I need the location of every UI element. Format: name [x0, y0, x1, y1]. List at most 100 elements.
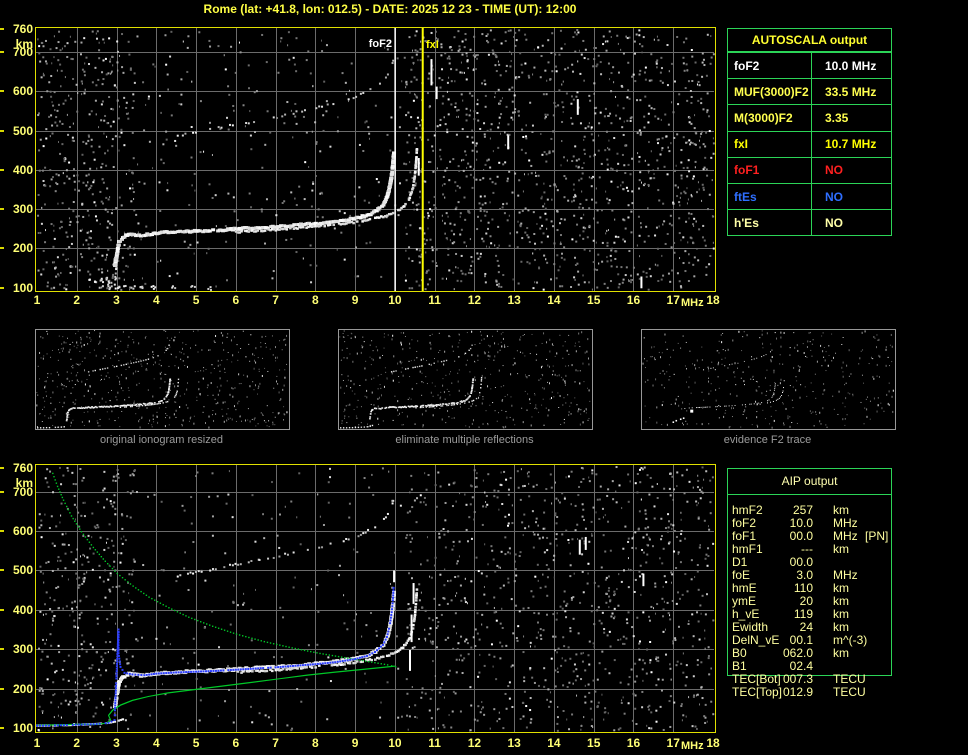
aip-param-value: 10.0: [732, 517, 813, 530]
aip-param-unit: km: [833, 647, 849, 660]
aip-row: B0062.0km: [732, 647, 892, 660]
aip-param-unit: km: [833, 595, 849, 608]
aip-param-note: [PN]: [865, 530, 888, 543]
thumbnail-caption-original: original ionogram resized: [35, 434, 288, 446]
autoscala-row: foF210.0 MHz: [728, 52, 891, 78]
x-axis-tick-label: 13: [503, 737, 525, 749]
aip-row: TEC[Top]012.9TECU: [732, 686, 892, 699]
autoscala-row: ftEsNO: [728, 183, 891, 209]
aip-param-value: 00.0: [732, 556, 813, 569]
aip-row: hmF2257km: [732, 504, 892, 517]
aip-param-value: 00.1: [732, 634, 813, 647]
autoscala-param-label: MUF(3000)F2: [728, 79, 812, 104]
x-axis-tick-label: 10: [384, 737, 406, 749]
aip-param-value: 110: [732, 582, 813, 595]
aip-row: B102.4: [732, 660, 892, 673]
aip-row: hmE110km: [732, 582, 892, 595]
y-axis-tick-label: 700: [1, 46, 33, 58]
x-axis-tick-label: 10: [384, 294, 406, 306]
autoscala-param-label: fxI: [728, 132, 812, 157]
x-axis-tick-label: 12: [463, 737, 485, 749]
x-axis-tick-label: 5: [185, 294, 207, 306]
aip-row: hmF1---km: [732, 543, 892, 556]
aip-row: Ewidth24km: [732, 621, 892, 634]
y-axis-edge-tick: [0, 648, 4, 650]
thumbnail-caption-evidence: evidence F2 trace: [641, 434, 894, 446]
y-axis-tick-label: 200: [1, 242, 33, 254]
y-axis-tick-label: 200: [1, 683, 33, 695]
fxi-marker-label: fxI: [426, 39, 439, 51]
scaled-ionogram-canvas: [35, 27, 716, 293]
aip-param-value: ---: [732, 543, 813, 556]
aip-param-unit: MHz: [833, 530, 858, 543]
x-axis-tick-label: 7: [265, 294, 287, 306]
y-axis-edge-tick: [0, 208, 4, 210]
aip-param-unit: km: [833, 504, 849, 517]
autoscala-param-value: NO: [812, 184, 891, 209]
aip-param-unit: TECU: [833, 686, 866, 699]
y-axis-tick-label: 760: [1, 462, 33, 474]
x-axis-tick-label: 1: [26, 294, 48, 306]
aip-param-value: 24: [732, 621, 813, 634]
y-axis-tick-label: 300: [1, 643, 33, 655]
y-axis-edge-tick: [0, 467, 4, 469]
aip-param-unit: km: [833, 621, 849, 634]
x-axis-tick-label: 16: [622, 737, 644, 749]
aip-param-unit: km: [833, 582, 849, 595]
aip-row: D100.0: [732, 556, 892, 569]
x-axis-tick-label: 2: [66, 294, 88, 306]
y-axis-tick-label: 700: [1, 486, 33, 498]
y-axis-edge-tick: [0, 130, 4, 132]
autoscala-row: fxI10.7 MHz: [728, 131, 891, 157]
y-axis-edge-tick: [0, 569, 4, 571]
y-axis-edge-tick: [0, 530, 4, 532]
aip-param-unit: MHz: [833, 517, 858, 530]
x-axis-tick-label: 3: [106, 294, 128, 306]
aip-param-value: 00.0: [732, 530, 813, 543]
y-axis-edge-tick: [0, 169, 4, 171]
autoscala-param-label: foF1: [728, 158, 812, 183]
x-axis-tick-label: 11: [424, 294, 446, 306]
aip-param-unit: km: [833, 608, 849, 621]
aip-param-value: 012.9: [732, 686, 813, 699]
y-axis-tick-label: 100: [1, 722, 33, 734]
thumbnail-evidence-canvas: [642, 330, 895, 429]
thumbnail-caption-eliminate: eliminate multiple reflections: [338, 434, 591, 446]
x-axis-tick-label: 6: [225, 737, 247, 749]
fof2-marker-label: foF2: [358, 38, 392, 50]
y-axis-edge-tick: [0, 287, 4, 289]
autoscala-param-label: ftEs: [728, 184, 812, 209]
thumbnail-original-ionogram: [35, 329, 290, 430]
thumbnail-original-canvas: [36, 330, 289, 429]
y-axis-edge-tick: [0, 247, 4, 249]
thumbnail-eliminate-canvas: [339, 330, 592, 429]
x-axis-tick-label: 12: [463, 294, 485, 306]
autoscala-param-value: 3.35: [812, 105, 891, 130]
autoscala-param-value: NO: [812, 210, 891, 235]
page-title: Rome (lat: +41.8, lon: 012.5) - DATE: 20…: [0, 2, 780, 16]
aip-row: DelN_vE00.1m^(-3): [732, 634, 892, 647]
x-axis-tick-label: 15: [583, 294, 605, 306]
autoscala-param-value: NO: [812, 158, 891, 183]
y-axis-tick-label: 400: [1, 164, 33, 176]
autoscala-param-value: 10.0 MHz: [812, 53, 891, 78]
profile-ionogram-canvas: [35, 464, 716, 734]
thumbnail-evidence-f2: [641, 329, 896, 430]
y-axis-tick-label: 300: [1, 203, 33, 215]
x-axis-tick-label: 4: [145, 737, 167, 749]
aip-param-value: 007.3: [732, 673, 813, 686]
x-axis-tick-label: 14: [543, 737, 565, 749]
y-axis-tick-label: 500: [1, 564, 33, 576]
y-axis-tick-label: 100: [1, 282, 33, 294]
y-axis-edge-tick: [0, 609, 4, 611]
y-axis-tick-label: 600: [1, 525, 33, 537]
aip-row: foF210.0MHz: [732, 517, 892, 530]
aip-row: foF100.0MHz[PN]: [732, 530, 892, 543]
aip-param-value: 257: [732, 504, 813, 517]
x-axis-tick-label: 8: [304, 294, 326, 306]
aip-param-value: 02.4: [732, 660, 813, 673]
y-axis-tick-label: 600: [1, 85, 33, 97]
y-axis-tick-label: 760: [1, 23, 33, 35]
x-axis-tick-label: 9: [344, 294, 366, 306]
autoscala-row: h'EsNO: [728, 209, 891, 235]
